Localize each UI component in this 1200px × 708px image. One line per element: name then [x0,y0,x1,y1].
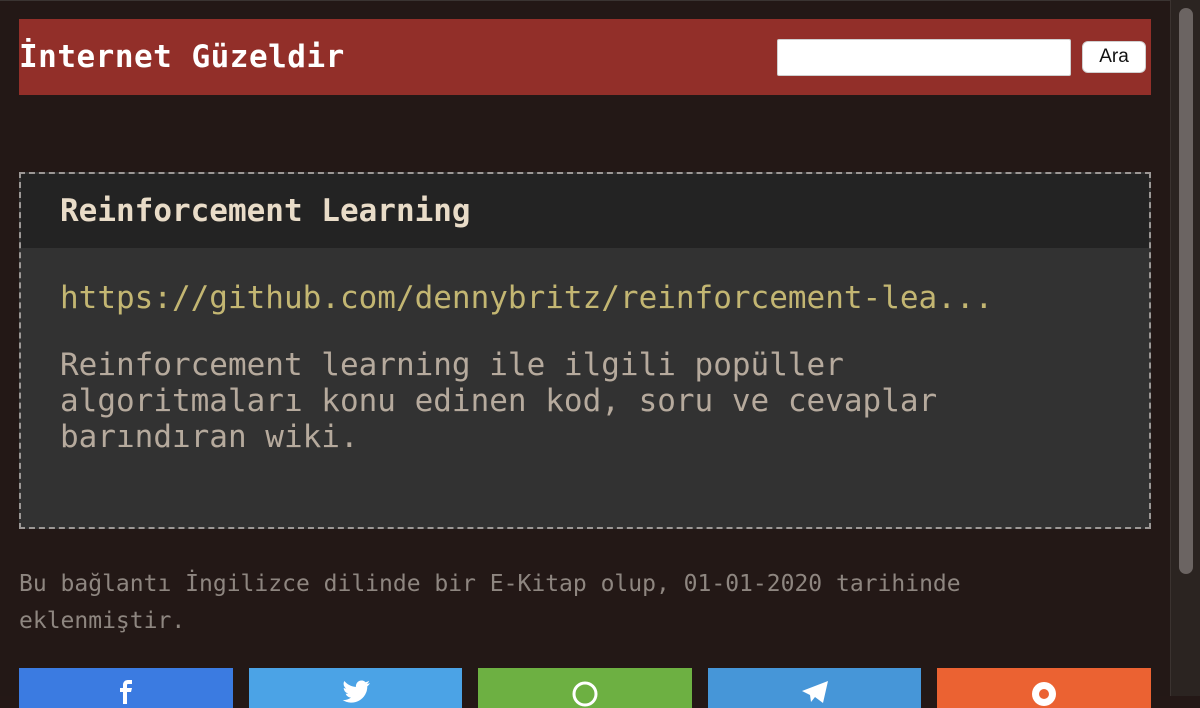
search-input[interactable] [777,39,1071,76]
card-header: Reinforcement Learning [21,174,1149,248]
page: İnternet Güzeldir Ara Reinforcement Lear… [0,0,1170,708]
share-telegram-button[interactable] [708,668,921,708]
link-meta-text: Bu bağlantı İngilizce dilinde bir E-Kita… [19,571,961,634]
site-header: İnternet Güzeldir Ara [19,19,1151,95]
card-description: Reinforcement learning ile ilgili popüll… [60,347,938,455]
card-link[interactable]: https://github.com/dennybritz/reinforcem… [60,279,993,317]
share-buttons [19,668,1151,708]
share-reddit-button[interactable] [937,668,1151,708]
share-twitter-button[interactable] [249,668,462,708]
link-card: Reinforcement Learning https://github.co… [19,172,1151,529]
vertical-scrollbar[interactable] [1170,0,1200,696]
search-button[interactable]: Ara [1082,41,1146,73]
share-whatsapp-button[interactable] [478,668,692,708]
site-title[interactable]: İnternet Güzeldir [19,39,345,75]
scrollbar-thumb[interactable] [1179,8,1193,574]
card-title: Reinforcement Learning [60,193,471,229]
share-facebook-button[interactable] [19,668,233,708]
